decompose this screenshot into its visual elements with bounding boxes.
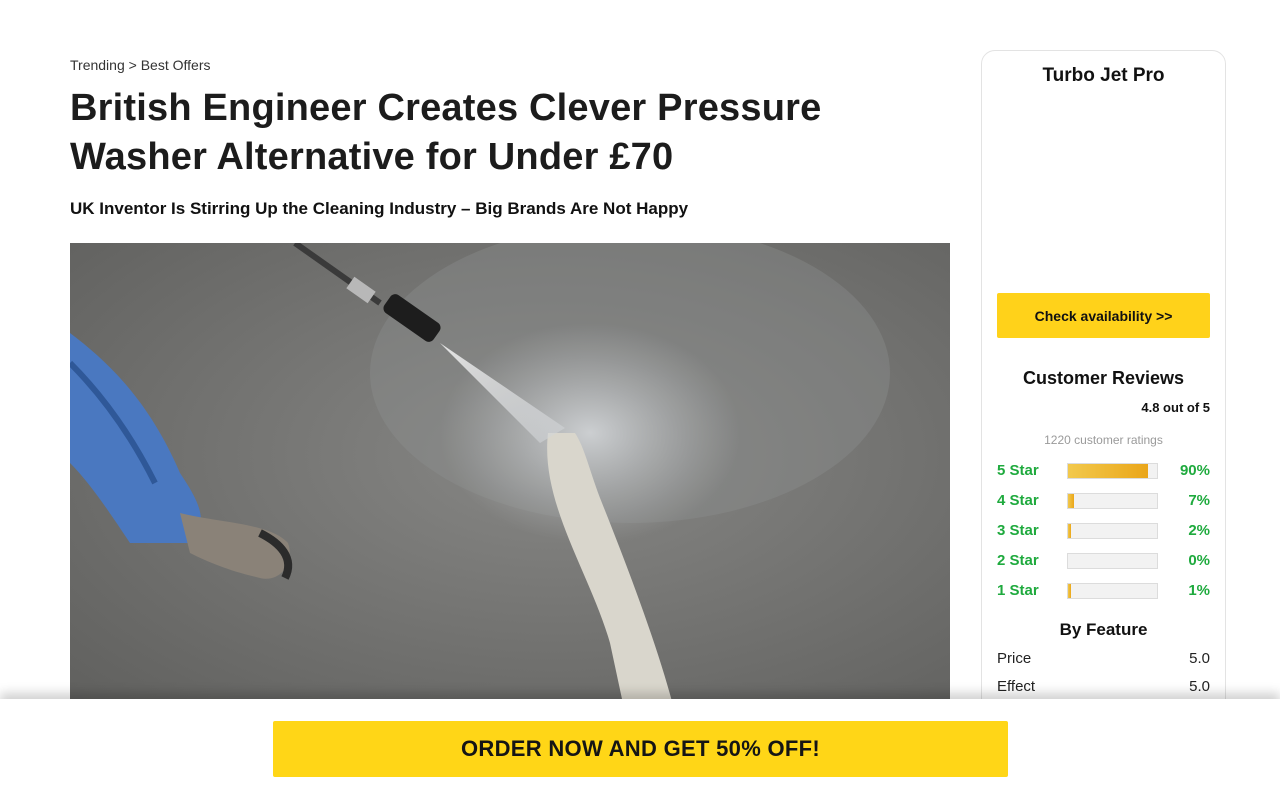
product-image bbox=[997, 101, 1210, 321]
breadcrumb-separator: > bbox=[128, 57, 137, 73]
breadcrumb-trending-link[interactable]: Trending bbox=[70, 57, 125, 73]
feature-value: 5.0 bbox=[1189, 650, 1210, 667]
rating-bar bbox=[1067, 493, 1158, 509]
star-row-1: 1 Star 1% bbox=[997, 581, 1210, 601]
hero-image-pressure-washing bbox=[70, 243, 950, 713]
breadcrumb-best-offers-link[interactable]: Best Offers bbox=[141, 57, 211, 73]
rating-bar-fill bbox=[1068, 464, 1149, 478]
rating-score: 4.8 out of 5 bbox=[1141, 400, 1210, 415]
star-row-3: 3 Star 2% bbox=[997, 521, 1210, 541]
feature-row-price: Price 5.0 bbox=[997, 650, 1210, 667]
order-now-button[interactable]: ORDER NOW AND GET 50% OFF! bbox=[273, 721, 1008, 777]
sticky-order-bar: ORDER NOW AND GET 50% OFF! bbox=[0, 699, 1280, 800]
feature-name: Effect bbox=[997, 678, 1036, 695]
article-headline: British Engineer Creates Clever Pressure… bbox=[70, 87, 822, 178]
rating-bar-fill bbox=[1068, 524, 1071, 538]
star-label: 4 Star bbox=[997, 492, 1039, 509]
rating-bar bbox=[1067, 523, 1158, 539]
feature-row-effect: Effect 5.0 bbox=[997, 678, 1210, 695]
star-percent: 1% bbox=[1188, 582, 1210, 599]
star-row-4: 4 Star 7% bbox=[997, 491, 1210, 511]
star-percent: 0% bbox=[1188, 552, 1210, 569]
star-label: 5 Star bbox=[997, 462, 1039, 479]
feature-name: Price bbox=[997, 650, 1032, 667]
article-subheadline: UK Inventor Is Stirring Up the Cleaning … bbox=[70, 199, 689, 218]
customer-reviews-heading: Customer Reviews bbox=[1022, 368, 1185, 388]
rating-bar bbox=[1067, 463, 1158, 479]
rating-bar-fill bbox=[1068, 494, 1075, 508]
star-label: 2 Star bbox=[997, 552, 1039, 569]
rating-bar-fill bbox=[1068, 584, 1071, 598]
star-row-5: 5 Star 90% bbox=[997, 461, 1210, 481]
by-feature-heading: By Feature bbox=[1059, 620, 1148, 639]
check-availability-button[interactable]: Check availability >> bbox=[997, 293, 1210, 338]
product-sidebar: Turbo Jet Pro Check availability >> Cust… bbox=[981, 50, 1226, 752]
star-row-2: 2 Star 0% bbox=[997, 551, 1210, 571]
breadcrumb: Trending > Best Offers bbox=[70, 57, 211, 73]
star-percent: 90% bbox=[1179, 462, 1210, 479]
star-percent: 2% bbox=[1188, 522, 1210, 539]
rating-bar bbox=[1067, 583, 1158, 599]
rating-count: 1220 customer ratings bbox=[1044, 433, 1163, 447]
feature-value: 5.0 bbox=[1189, 678, 1210, 695]
star-percent: 7% bbox=[1188, 492, 1210, 509]
rating-bar bbox=[1067, 553, 1158, 569]
star-label: 1 Star bbox=[997, 582, 1039, 599]
star-label: 3 Star bbox=[997, 522, 1039, 539]
product-name: Turbo Jet Pro bbox=[1042, 65, 1165, 86]
